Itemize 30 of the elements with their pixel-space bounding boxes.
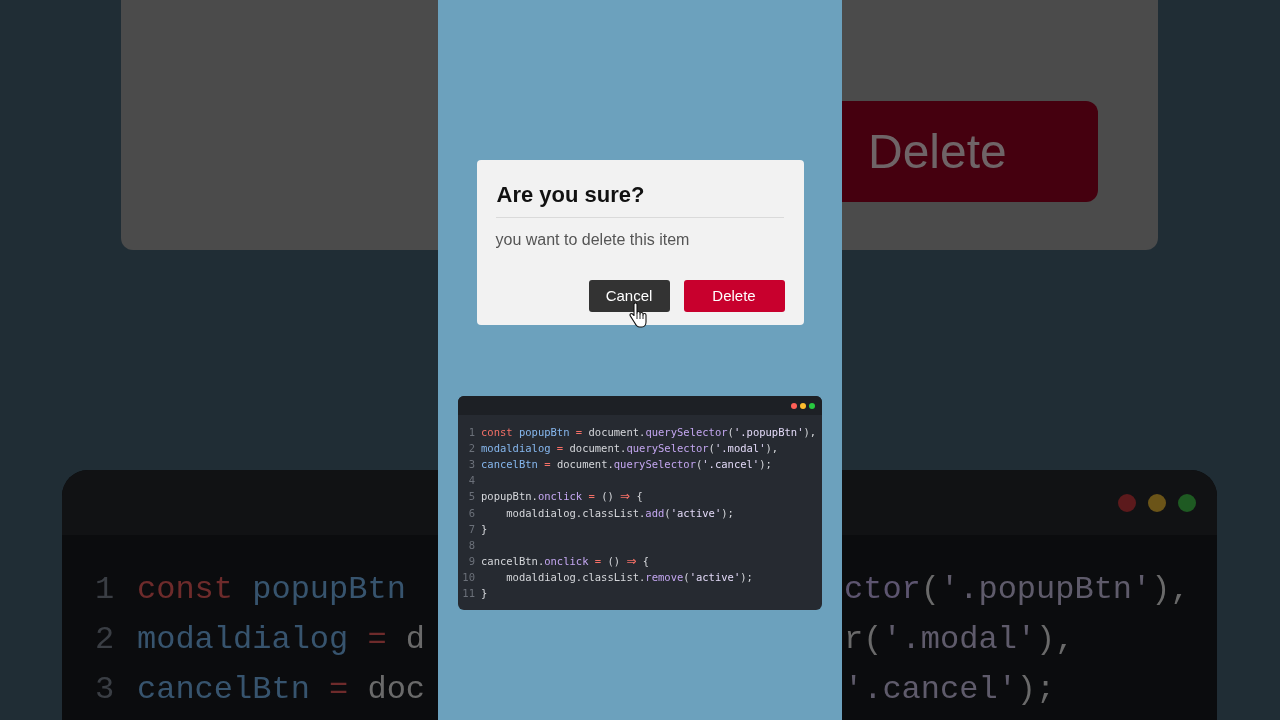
line-number: 10	[462, 571, 475, 585]
dialog-title: Are you sure?	[495, 182, 645, 208]
code-line: '.cancel');	[844, 670, 1056, 710]
delete-button[interactable]: Delete	[683, 280, 785, 312]
code-line: modaldialog = d	[137, 620, 426, 660]
line-number: 6	[467, 506, 475, 520]
code-line: }	[481, 522, 488, 536]
code-line: }	[481, 587, 488, 601]
line-number: 3	[467, 457, 475, 471]
code-line: modaldialog.classList.remove('active');	[506, 571, 753, 585]
dialog-message: you want to delete this item	[495, 231, 690, 248]
code-line: popupBtn.onclick = () ⇒ {	[481, 490, 643, 504]
code-line: modaldialog = document.querySelector('.modal'),	[481, 441, 779, 455]
cancel-button[interactable]: Cancel	[588, 280, 670, 312]
code-line: cancelBtn = document.querySelector('.cancel');	[481, 457, 772, 471]
line-number: 1	[467, 425, 475, 439]
line-number: 9	[467, 555, 475, 569]
code-line: const popupBtn	[137, 570, 406, 610]
code-line: cancelBtn.onclick = () ⇒ {	[481, 555, 650, 569]
line-number: 11	[462, 587, 475, 601]
line-number: 5	[467, 490, 475, 504]
code-line: ctor('.popupBtn'),	[844, 570, 1190, 610]
line-number: 7	[467, 522, 475, 536]
code-line: r('.modal'),	[844, 620, 1075, 660]
line-number: 8	[467, 538, 475, 552]
code-line: cancelBtn = doc	[137, 670, 426, 710]
code-line: modaldialog.classList.add('active');	[506, 506, 734, 520]
code-line: const popupBtn = document.querySelector('.popupBtn'),	[481, 425, 817, 439]
line-number: 4	[467, 474, 475, 488]
line-number: 2	[467, 441, 475, 455]
